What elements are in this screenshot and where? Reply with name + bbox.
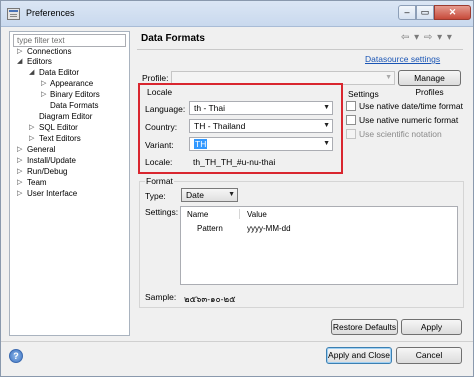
tree-item-install-update[interactable]: Install/Update [27, 156, 76, 166]
column-divider [239, 209, 240, 219]
pattern-name-cell[interactable]: Pattern [197, 224, 223, 233]
variant-value[interactable]: TH [194, 139, 208, 149]
help-icon[interactable]: ? [9, 349, 23, 363]
profile-label: Profile: [142, 73, 169, 83]
expand-install-update-icon[interactable]: ▷ [17, 156, 22, 166]
type-select[interactable]: Date ▼ [181, 188, 238, 202]
pattern-value-cell[interactable]: yyyy-MM-dd [247, 224, 291, 233]
expand-binary-editors-icon[interactable]: ▷ [41, 90, 46, 100]
tree-item-data-editor[interactable]: Data Editor [39, 68, 79, 78]
datasource-settings-link[interactable]: Datasource settings [365, 54, 440, 64]
column-header-value[interactable]: Value [247, 210, 267, 219]
locale-label: Locale: [145, 157, 173, 167]
footer-divider [1, 341, 473, 342]
tree-item-team[interactable]: Team [27, 178, 47, 188]
scientific-notation-label: Use scientific notation [359, 129, 442, 139]
sample-value: ๒๕๖๓-๑๐-๒๕ [184, 294, 236, 304]
tree-item-sql-editor[interactable]: SQL Editor [39, 123, 78, 133]
tree-item-user-interface[interactable]: User Interface [27, 189, 77, 199]
settings-group-title: Settings [347, 89, 380, 99]
native-datetime-label: Use native date/time format [359, 101, 463, 111]
locale-group-title: Locale [147, 87, 173, 97]
sample-label: Sample: [145, 292, 177, 302]
native-datetime-checkbox[interactable] [346, 101, 356, 111]
country-select[interactable]: TH - Thailand ▼ [189, 119, 333, 133]
expand-user-interface-icon[interactable]: ▷ [17, 189, 22, 199]
tree-item-diagram-editor[interactable]: Diagram Editor [39, 112, 92, 122]
expand-sql-editor-icon[interactable]: ▷ [29, 123, 34, 133]
column-header-name[interactable]: Name [187, 210, 208, 219]
tree-item-general[interactable]: General [27, 145, 55, 155]
close-button[interactable]: ✕ [434, 5, 471, 20]
dropdown-arrow-icon: ▼ [323, 122, 330, 129]
dropdown-arrow-icon: ▼ [228, 191, 235, 198]
manage-profiles-button[interactable]: Manage Profiles [398, 70, 461, 97]
tree-item-appearance[interactable]: Appearance [50, 79, 93, 89]
filter-input[interactable]: type filter text [13, 34, 126, 47]
dropdown-arrow-icon: ▼ [323, 140, 330, 147]
apply-and-close-button[interactable]: Apply and Close [326, 347, 392, 364]
country-value: TH - Thailand [194, 121, 246, 131]
language-select[interactable]: th - Thai ▼ [189, 101, 333, 115]
tree-item-text-editors[interactable]: Text Editors [39, 134, 81, 144]
expand-run-debug-icon[interactable]: ▷ [17, 167, 22, 177]
native-numeric-checkbox[interactable] [346, 115, 356, 125]
dropdown-arrow-icon: ▼ [323, 104, 330, 111]
expand-appearance-icon[interactable]: ▷ [41, 79, 46, 89]
cancel-button[interactable]: Cancel [396, 347, 462, 364]
expand-team-icon[interactable]: ▷ [17, 178, 22, 188]
expand-connections-icon[interactable]: ▷ [17, 47, 22, 57]
apply-button[interactable]: Apply [401, 319, 462, 335]
format-group-title: Format [145, 176, 174, 186]
minimize-button[interactable]: ‒ [398, 5, 416, 20]
page-title: Data Formats [141, 33, 205, 44]
history-navigation[interactable]: ⇦ ▾ ⇨ ▾ ▾ [401, 32, 453, 43]
preferences-app-icon [7, 8, 20, 20]
variant-label: Variant: [145, 140, 174, 150]
header-divider [137, 49, 463, 50]
variant-select[interactable]: TH ▼ [189, 137, 333, 151]
maximize-button[interactable]: ▭ [416, 5, 434, 20]
country-label: Country: [145, 122, 178, 132]
preferences-tree-panel: type filter text ▷ Connections ◢ Editors… [9, 31, 130, 336]
collapse-editors-icon[interactable]: ◢ [17, 57, 22, 67]
language-value: th - Thai [194, 103, 226, 113]
collapse-data-editor-icon[interactable]: ◢ [29, 68, 34, 78]
tree-item-binary-editors[interactable]: Binary Editors [50, 90, 100, 100]
native-numeric-label: Use native numeric format [359, 115, 459, 125]
scientific-notation-checkbox[interactable] [346, 129, 356, 139]
expand-general-icon[interactable]: ▷ [17, 145, 22, 155]
window-title: Preferences [26, 8, 75, 18]
tree-item-editors[interactable]: Editors [27, 57, 52, 67]
type-label: Type: [145, 191, 166, 201]
tree-item-run-debug[interactable]: Run/Debug [27, 167, 67, 177]
preferences-window: Preferences ‒ ▭ ✕ type filter text ▷ Con… [0, 0, 474, 377]
title-bar: Preferences ‒ ▭ ✕ [1, 1, 473, 27]
settings-label: Settings: [145, 207, 179, 217]
dropdown-arrow-icon: ▼ [385, 74, 392, 81]
tree-item-data-formats[interactable]: Data Formats [50, 101, 98, 111]
restore-defaults-button[interactable]: Restore Defaults [331, 319, 398, 335]
language-label: Language: [145, 104, 186, 114]
tree-item-connections[interactable]: Connections [27, 47, 71, 57]
type-value: Date [186, 190, 204, 200]
expand-text-editors-icon[interactable]: ▷ [29, 134, 34, 144]
locale-value: th_TH_TH_#u-nu-thai [193, 157, 276, 167]
format-settings-table[interactable]: Name Value Pattern yyyy-MM-dd [180, 206, 458, 285]
